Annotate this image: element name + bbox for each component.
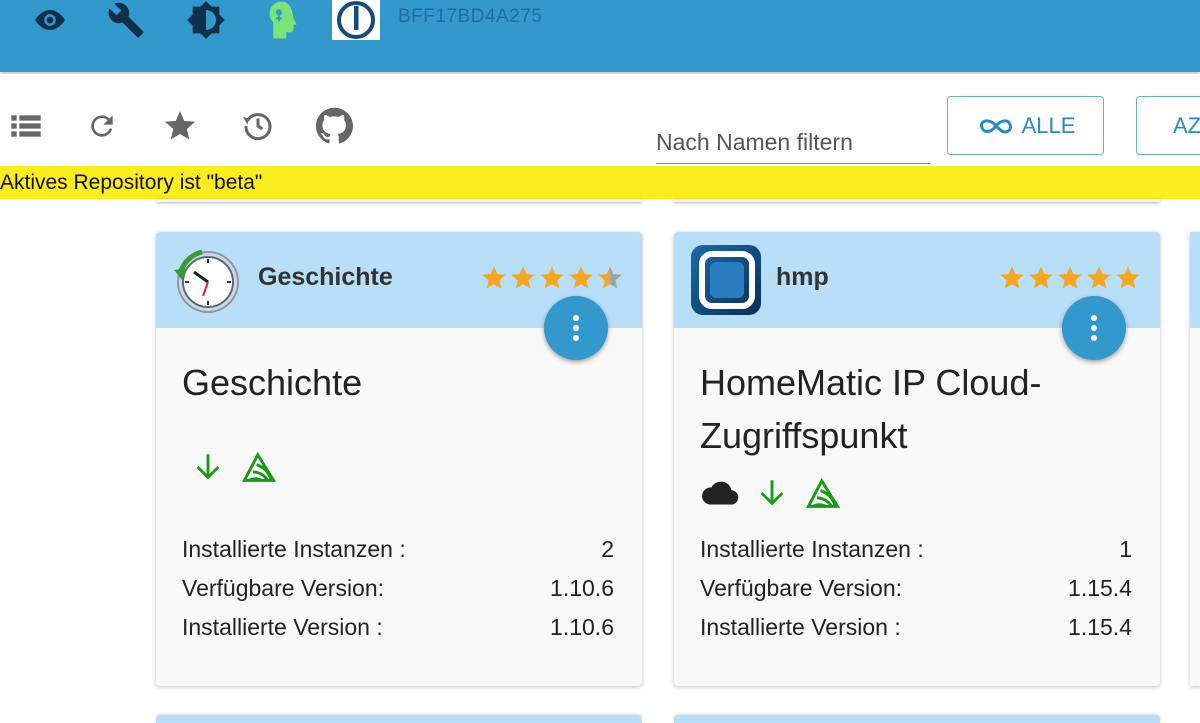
star-icon [1029, 266, 1053, 289]
download-arrow-icon [760, 480, 784, 506]
adapter-info: Installierte Instanzen : 1 Verfügbare Ver… [700, 530, 1132, 647]
next-row-card-edge [674, 715, 1160, 723]
download-arrow-icon [196, 454, 220, 480]
filter-all-label: ALLE [1021, 112, 1076, 138]
rating-stars [480, 264, 624, 292]
info-value: 1 [1119, 536, 1132, 562]
info-row: Installierte Instanzen : 1 [700, 530, 1132, 569]
wrench-icon[interactable] [106, 0, 146, 40]
info-row: Verfügbare Version: 1.15.4 [700, 569, 1132, 608]
half-star-icon [598, 266, 622, 289]
adapter-title: Geschichte [182, 362, 363, 403]
host-id: BFF17BD4A275 [398, 6, 543, 27]
name-filter-input[interactable] [656, 122, 931, 164]
filter-all-button[interactable]: ALLE [947, 96, 1104, 155]
repository-banner: Aktives Repository ist "beta" [0, 166, 1200, 199]
info-value: 2 [601, 536, 614, 562]
info-label: Installierte Version : [182, 614, 383, 640]
adapter-short-name: hmp [776, 263, 829, 291]
more-options-button[interactable] [1062, 296, 1126, 360]
homematic-ip-icon [690, 244, 762, 316]
sentry-icon [242, 451, 277, 482]
history-icon[interactable] [238, 106, 278, 146]
eye-icon[interactable] [30, 0, 70, 40]
info-value: 1.10.6 [550, 614, 614, 640]
info-row: Installierte Version : 1.15.4 [700, 608, 1132, 647]
github-icon[interactable] [314, 106, 354, 146]
info-row: Installierte Instanzen : 2 [182, 530, 614, 569]
list-view-icon[interactable] [6, 106, 46, 146]
adapter-card: Geschichte Geschichte Installierte Insta… [156, 232, 642, 686]
info-row: Installierte Version : 1.10.6 [182, 608, 614, 647]
info-label: Verfügbare Version: [182, 575, 385, 601]
info-label: Installierte Version : [700, 614, 901, 640]
star-icon [1058, 266, 1082, 289]
star-icon [540, 266, 564, 289]
app-bar: BFF17BD4A275 [0, 0, 1200, 72]
clock-history-icon [172, 244, 244, 316]
star-icon [511, 266, 535, 289]
star-icon [1087, 266, 1111, 289]
sort-az-label: AZ [1173, 112, 1200, 138]
adapter-card: hmp HomeMatic IP Cloud-Zugriffspunkt Ins… [674, 232, 1160, 686]
adapter-info: Installierte Instanzen : 2 Verfügbare Ver… [182, 530, 614, 647]
previous-card-edge [156, 199, 642, 202]
expert-head-icon[interactable] [262, 0, 302, 40]
badges [700, 476, 842, 510]
brightness-icon[interactable] [186, 0, 226, 40]
sentry-icon [806, 477, 841, 508]
cloud-icon [702, 481, 739, 505]
more-options-button[interactable] [544, 296, 608, 360]
next-row-card-edge [156, 715, 642, 723]
previous-card-edge [674, 199, 1160, 202]
infinity-icon [979, 118, 1012, 134]
sort-az-button[interactable]: AZ [1136, 96, 1200, 155]
info-value: 1.10.6 [550, 575, 614, 601]
info-label: Installierte Instanzen : [700, 536, 924, 562]
adapter-short-name: Geschichte [258, 263, 393, 291]
iobroker-logo[interactable] [332, 0, 380, 40]
star-icon [482, 266, 506, 289]
info-value: 1.15.4 [1068, 614, 1132, 640]
star-icon [1000, 266, 1024, 289]
next-card-edge [1190, 232, 1200, 686]
refresh-icon[interactable] [82, 106, 122, 146]
rating-stars [998, 264, 1142, 292]
star-icon[interactable] [160, 106, 200, 146]
star-icon [1116, 266, 1140, 289]
info-row: Verfügbare Version: 1.10.6 [182, 569, 614, 608]
star-icon [569, 266, 593, 289]
badges [194, 450, 278, 484]
info-label: Verfügbare Version: [700, 575, 903, 601]
info-label: Installierte Instanzen : [182, 536, 406, 562]
info-value: 1.15.4 [1068, 575, 1132, 601]
adapter-title: HomeMatic IP Cloud-Zugriffspunkt [700, 362, 1042, 456]
